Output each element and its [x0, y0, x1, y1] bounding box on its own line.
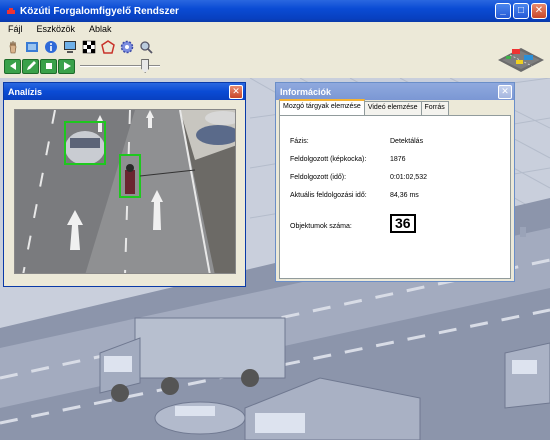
checker-icon — [82, 40, 96, 53]
info-tabs: Mozgó tárgyak elemzése Videó elemzése Fo… — [279, 99, 449, 115]
hand-icon — [9, 40, 17, 53]
window-title: Közúti Forgalomfigyelő Rendszer — [20, 5, 179, 17]
menu-bar: Fájl Eszközök Ablak — [0, 22, 550, 36]
field-processed-frames: Feldolgozott (képkocka): 1876 — [290, 156, 406, 163]
field-object-count: Objektumok száma: 36 — [290, 214, 416, 233]
menu-window[interactable]: Ablak — [81, 24, 118, 34]
close-icon: ✕ — [501, 86, 509, 96]
prev-icon — [9, 62, 16, 70]
play-icon — [63, 62, 71, 70]
maximize-icon: □ — [517, 5, 525, 16]
stop-button[interactable] — [40, 58, 57, 74]
info-window: Információk ✕ Mozgó tárgyak elemzése Vid… — [275, 82, 515, 282]
analysis-title: Analízis — [8, 86, 43, 97]
tab-panel: Fázis: Detektálás Feldolgozott (képkocka)… — [279, 115, 511, 279]
field-label: Aktuális feldolgozási idő: — [290, 192, 367, 199]
object-count-value: 36 — [390, 214, 416, 233]
video-frame — [14, 109, 236, 274]
playback-slider[interactable] — [80, 58, 160, 74]
field-label: Feldolgozott (képkocka): — [290, 156, 367, 163]
info-titlebar: Információk ✕ — [276, 83, 514, 100]
shape-button[interactable] — [99, 38, 117, 55]
prev-button[interactable] — [4, 58, 21, 74]
field-processed-time: Feldolgozott (idő): 0:01:02,532 — [290, 174, 427, 181]
tab-video-analysis[interactable]: Videó elemzése — [363, 101, 422, 115]
info-button[interactable] — [42, 38, 60, 55]
toolbar — [0, 36, 550, 78]
minimize-button[interactable]: _ — [495, 3, 511, 19]
close-button[interactable]: ✕ — [531, 3, 547, 19]
field-value: Detektálás — [390, 138, 424, 145]
video-image — [15, 110, 235, 273]
analysis-window: Analízis ✕ — [3, 82, 246, 287]
field-value: 0:01:02,532 — [390, 174, 427, 181]
close-icon: ✕ — [534, 5, 544, 16]
main-titlebar: Közúti Forgalomfigyelő Rendszer _ □ ✕ — [0, 0, 550, 22]
gear-icon — [120, 40, 134, 53]
field-phase: Fázis: Detektálás — [290, 138, 423, 145]
minimize-icon: _ — [500, 5, 506, 16]
search-button[interactable] — [137, 38, 155, 55]
stop-icon — [45, 63, 52, 69]
field-label: Objektumok száma: — [290, 222, 352, 230]
hand-tool-button[interactable] — [4, 38, 22, 55]
slider-thumb[interactable] — [141, 59, 150, 73]
monitor-icon — [64, 40, 76, 53]
field-label: Fázis: — [290, 138, 309, 145]
analysis-titlebar: Analízis ✕ — [4, 83, 245, 100]
close-icon: ✕ — [232, 86, 240, 96]
field-value: 1876 — [390, 156, 406, 163]
film-icon — [26, 41, 38, 52]
play-button[interactable] — [58, 58, 75, 74]
app-icon — [7, 8, 15, 14]
info-title: Információk — [280, 86, 332, 97]
menu-tools[interactable]: Eszközök — [29, 24, 82, 34]
edit-icon — [26, 61, 36, 70]
analysis-close-button[interactable]: ✕ — [229, 84, 243, 99]
tab-source[interactable]: Forrás — [420, 101, 449, 115]
settings-button[interactable] — [118, 38, 136, 55]
shape-icon — [101, 39, 115, 54]
field-label: Feldolgozott (idő): — [290, 174, 347, 181]
field-value: 84,36 ms — [390, 192, 419, 199]
info-close-button[interactable]: ✕ — [498, 84, 512, 99]
checker-button[interactable] — [80, 38, 98, 55]
edit-button[interactable] — [22, 58, 39, 74]
menu-file[interactable]: Fájl — [0, 24, 29, 34]
maximize-button[interactable]: □ — [513, 3, 529, 19]
traffic-logo-icon — [498, 48, 544, 72]
monitor-button[interactable] — [61, 38, 79, 55]
search-icon — [140, 40, 153, 54]
info-icon — [45, 40, 57, 53]
field-current-processing-time: Aktuális feldolgozási idő: 84,36 ms — [290, 192, 419, 199]
film-button[interactable] — [23, 38, 41, 55]
tab-moving-objects[interactable]: Mozgó tárgyak elemzése — [279, 99, 365, 115]
